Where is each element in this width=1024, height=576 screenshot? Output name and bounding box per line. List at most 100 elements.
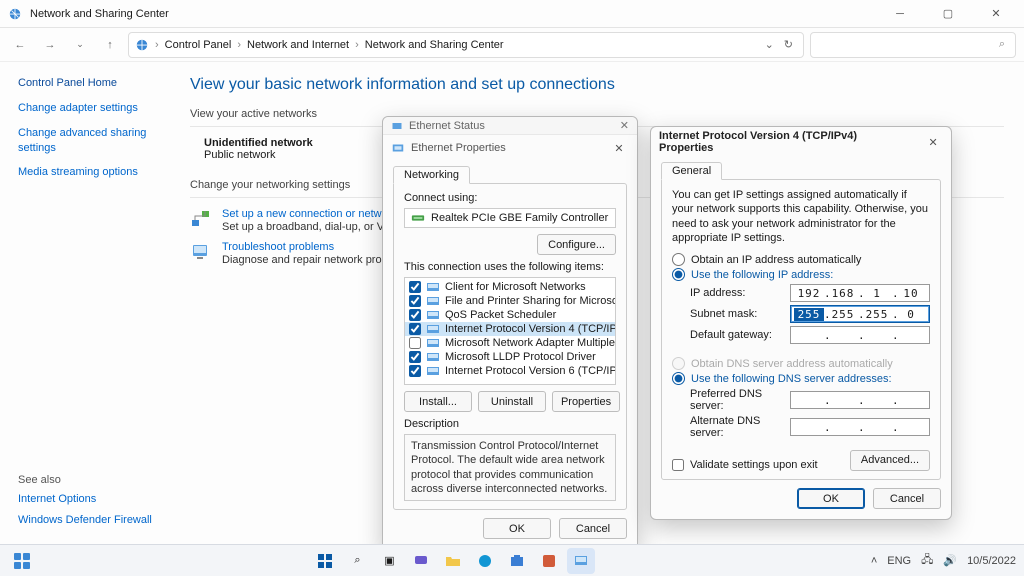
up-button[interactable]: ↑	[98, 33, 122, 57]
sidebar-home[interactable]: Control Panel Home	[18, 76, 160, 91]
explorer-button[interactable]	[439, 548, 467, 574]
install-button[interactable]: Install...	[404, 391, 472, 412]
configure-button[interactable]: Configure...	[537, 234, 616, 255]
minimize-button[interactable]: ─	[880, 0, 920, 27]
maximize-button[interactable]: ▢	[928, 0, 968, 27]
protocol-checkbox[interactable]	[409, 309, 421, 321]
tab-networking[interactable]: Networking	[393, 166, 470, 184]
tab-general[interactable]: General	[661, 162, 722, 180]
protocol-checkbox[interactable]	[409, 365, 421, 377]
protocol-item[interactable]: Internet Protocol Version 6 (TCP/IPv6)	[405, 364, 615, 378]
close-icon[interactable]: ✕	[620, 119, 629, 132]
sidebar-adapter-settings[interactable]: Change adapter settings	[18, 101, 160, 116]
back-button[interactable]: ←	[8, 33, 32, 57]
sidebar-defender-firewall[interactable]: Windows Defender Firewall	[18, 513, 160, 528]
row-default-gateway: Default gateway: ...	[690, 326, 930, 344]
start-button[interactable]	[311, 548, 339, 574]
address-bar[interactable]: › Control Panel › Network and Internet ›…	[128, 32, 804, 58]
dialog-titlebar: Ethernet Properties ✕	[383, 135, 637, 161]
close-icon[interactable]: ✕	[923, 136, 943, 149]
protocol-item[interactable]: Internet Protocol Version 4 (TCP/IPv4)	[405, 322, 615, 336]
search-button[interactable]: ⌕	[343, 548, 371, 574]
protocol-checkbox[interactable]	[409, 323, 421, 335]
ok-button[interactable]: OK	[797, 488, 865, 509]
chat-button[interactable]	[407, 548, 435, 574]
properties-button[interactable]: Properties	[552, 391, 620, 412]
explorer-toolbar: ← → ⌄ ↑ › Control Panel › Network and In…	[0, 28, 1024, 62]
alternate-dns-input[interactable]: ...	[790, 418, 930, 436]
control-panel-taskbar[interactable]	[567, 548, 595, 574]
search-icon: ⌕	[999, 38, 1005, 51]
items-label: This connection uses the following items…	[404, 261, 616, 273]
advanced-button[interactable]: Advanced...	[850, 450, 930, 471]
close-icon[interactable]: ✕	[609, 142, 629, 155]
adapter-icon	[411, 212, 425, 224]
refresh-button[interactable]: ↻	[784, 38, 793, 51]
uninstall-button[interactable]: Uninstall	[478, 391, 546, 412]
dialog-title: Ethernet Properties	[411, 142, 506, 154]
row-ip-address: IP address: 192. 168. 1. 10	[690, 284, 930, 302]
network-center-icon	[8, 7, 22, 21]
adapter-name: Realtek PCIe GBE Family Controller	[431, 212, 608, 224]
protocol-checkbox[interactable]	[409, 281, 421, 293]
protocol-icon	[426, 281, 440, 293]
description-text: Transmission Control Protocol/Internet P…	[404, 434, 616, 501]
breadcrumb-network-internet[interactable]: Network and Internet	[247, 39, 349, 51]
intro-text: You can get IP settings assigned automat…	[672, 188, 930, 245]
chevron-right-icon: ›	[237, 39, 241, 51]
breadcrumb-sharing-center[interactable]: Network and Sharing Center	[365, 39, 504, 51]
gateway-input[interactable]: ...	[790, 326, 930, 344]
protocol-checkbox[interactable]	[409, 295, 421, 307]
protocol-icon	[426, 323, 440, 335]
ip-address-input[interactable]: 192. 168. 1. 10	[790, 284, 930, 302]
edge-button[interactable]	[471, 548, 499, 574]
validate-checkbox[interactable]: Validate settings upon exit	[672, 459, 850, 471]
ethernet-status-title: Ethernet Status	[409, 120, 485, 132]
tray-clock[interactable]: 10/5/2022	[967, 555, 1016, 567]
tray-volume-icon[interactable]: 🔊	[943, 554, 957, 567]
protocol-item[interactable]: Client for Microsoft Networks	[405, 280, 615, 294]
protocol-list[interactable]: Client for Microsoft Networks File and Pr…	[404, 277, 616, 385]
protocol-label: File and Printer Sharing for Microsoft N…	[445, 295, 616, 307]
protocol-item[interactable]: QoS Packet Scheduler	[405, 308, 615, 322]
protocol-label: Client for Microsoft Networks	[445, 281, 586, 293]
tray-network-icon[interactable]: 🖧	[921, 551, 933, 570]
tray-language[interactable]: ENG	[887, 555, 911, 567]
radio-use-dns[interactable]: Use the following DNS server addresses:	[672, 372, 930, 385]
sidebar-sharing-settings[interactable]: Change advanced sharing settings	[18, 126, 160, 156]
tcpip-properties-dialog: Internet Protocol Version 4 (TCP/IPv4) P…	[650, 126, 952, 520]
protocol-icon	[426, 295, 440, 307]
protocol-item[interactable]: Microsoft Network Adapter Multiplexor Pr…	[405, 336, 615, 350]
taskview-button[interactable]: ▣	[375, 548, 403, 574]
address-dropdown[interactable]: ⌄	[765, 38, 774, 51]
radio-auto-ip[interactable]: Obtain an IP address automatically	[672, 253, 930, 266]
subnet-mask-input[interactable]: 255. 255. 255. 0	[790, 305, 930, 323]
taskbar: ⌕ ▣ ˄ ENG 🖧 🔊 10/5/2022	[0, 544, 1024, 576]
sidebar: Control Panel Home Change adapter settin…	[0, 62, 170, 544]
protocol-item[interactable]: File and Printer Sharing for Microsoft N…	[405, 294, 615, 308]
close-button[interactable]: ✕	[976, 0, 1016, 27]
preferred-dns-input[interactable]: ...	[790, 391, 930, 409]
cancel-button[interactable]: Cancel	[873, 488, 941, 509]
search-field[interactable]: ⌕	[810, 32, 1016, 58]
widgets-button[interactable]	[8, 548, 36, 574]
forward-button[interactable]: →	[38, 33, 62, 57]
protocol-label: Microsoft LLDP Protocol Driver	[445, 351, 596, 363]
cancel-button[interactable]: Cancel	[559, 518, 627, 539]
connect-using-label: Connect using:	[404, 192, 616, 204]
recent-button[interactable]: ⌄	[68, 33, 92, 57]
tray-chevron[interactable]: ˄	[871, 555, 877, 567]
ethernet-properties-dialog: Ethernet Status ✕ Ethernet Properties ✕ …	[382, 116, 638, 550]
window-title: Network and Sharing Center	[30, 8, 169, 20]
protocol-checkbox[interactable]	[409, 351, 421, 363]
sidebar-media-streaming[interactable]: Media streaming options	[18, 165, 160, 180]
protocol-icon	[426, 351, 440, 363]
store-button[interactable]	[503, 548, 531, 574]
ok-button[interactable]: OK	[483, 518, 551, 539]
breadcrumb-control-panel[interactable]: Control Panel	[165, 39, 232, 51]
sidebar-internet-options[interactable]: Internet Options	[18, 492, 160, 507]
protocol-item[interactable]: Microsoft LLDP Protocol Driver	[405, 350, 615, 364]
app1-button[interactable]	[535, 548, 563, 574]
radio-use-ip[interactable]: Use the following IP address:	[672, 268, 930, 281]
protocol-checkbox[interactable]	[409, 337, 421, 349]
